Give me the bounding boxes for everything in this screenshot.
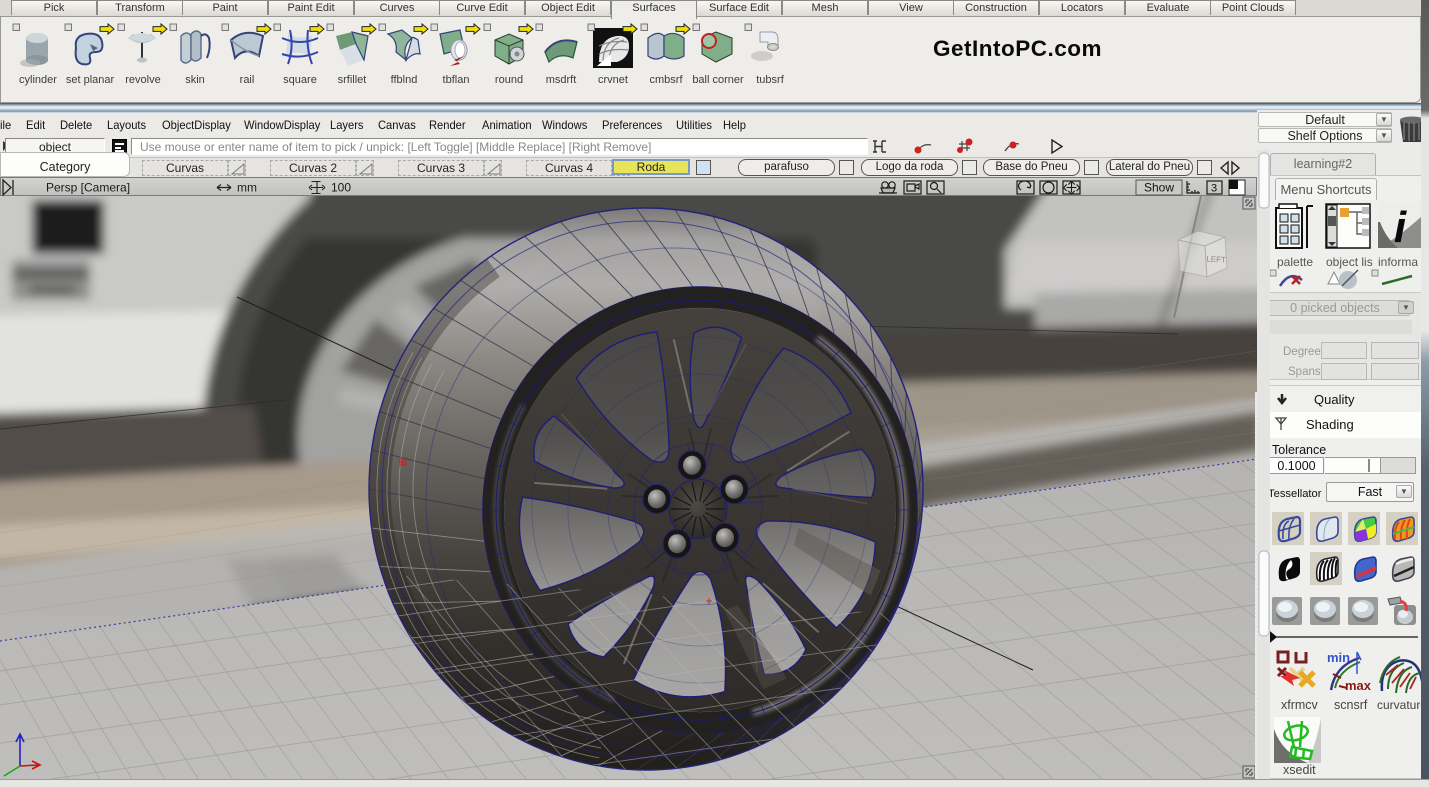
svg-text:Persp [Camera]: Persp [Camera] xyxy=(46,181,130,195)
svg-text:mm: mm xyxy=(237,181,257,195)
svg-text:i: i xyxy=(1394,203,1407,252)
svg-text:3: 3 xyxy=(1211,183,1217,195)
svg-text:Show: Show xyxy=(1144,181,1174,195)
svg-text:LEFT: LEFT xyxy=(1206,254,1226,264)
svg-text:100: 100 xyxy=(331,181,351,195)
